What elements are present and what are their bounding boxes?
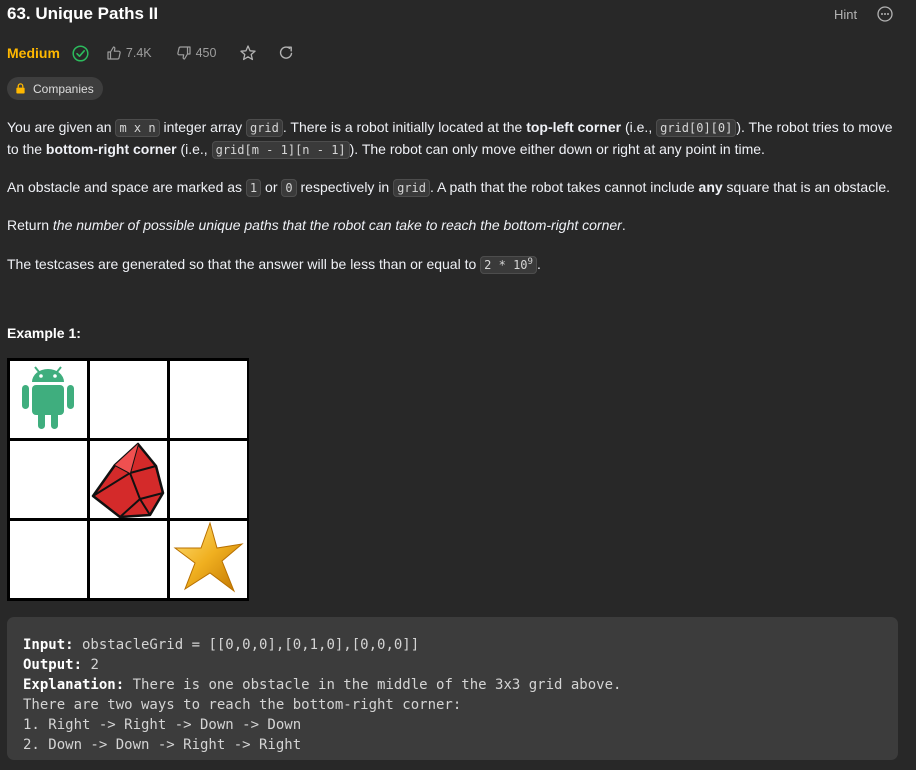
grid-cell (10, 441, 87, 518)
inline-code: 0 (281, 179, 297, 197)
companies-label: Companies (33, 81, 94, 96)
example-code-block: Input: obstacleGrid = [[0,0,0],[0,1,0],[… (7, 617, 898, 760)
grid-cell (170, 441, 247, 518)
more-options-icon[interactable] (877, 6, 893, 22)
lock-icon (16, 83, 25, 94)
solved-check-icon (72, 44, 89, 62)
explanation-label: Explanation: (23, 677, 125, 693)
dislike-count: 450 (195, 46, 217, 60)
explanation-line: There are two ways to reach the bottom-r… (23, 697, 462, 713)
grid-cell (10, 521, 87, 598)
explanation-value: There is one obstacle in the middle of t… (124, 677, 622, 693)
description-paragraph-3: Return the number of possible unique pat… (7, 217, 626, 233)
grid-cell (90, 521, 167, 598)
description-paragraph-4: The testcases are generated so that the … (7, 256, 541, 274)
like-count: 7.4K (125, 46, 152, 60)
description-paragraph-1: You are given an m x n integer array gri… (7, 119, 893, 159)
inline-code: grid (245, 119, 283, 137)
output-value: 2 (82, 657, 99, 673)
example-title: Example 1: (7, 325, 81, 341)
problem-title: 63. Unique Paths II (7, 4, 159, 23)
problem-description: You are given an m x n integer array gri… (7, 117, 902, 292)
description-paragraph-2: An obstacle and space are marked as 1 or… (7, 179, 890, 197)
inline-code: grid[m - 1][n - 1] (211, 141, 350, 159)
goal-star-icon (173, 521, 244, 593)
grid-cell (170, 361, 247, 438)
dislike-button[interactable]: 450 (176, 45, 217, 61)
companies-tag[interactable]: Companies (7, 77, 103, 100)
input-label: Input: (23, 637, 74, 653)
inline-code: grid (393, 179, 431, 197)
like-button[interactable]: 7.4K (106, 45, 152, 61)
output-label: Output: (23, 657, 83, 673)
favorite-star-icon[interactable] (239, 44, 257, 62)
explanation-line: 2. Down -> Down -> Right -> Right (23, 737, 302, 753)
difficulty-badge: Medium (7, 45, 60, 61)
explanation-line: 1. Right -> Right -> Down -> Down (23, 717, 302, 733)
input-value: obstacleGrid = [[0,0,0],[0,1,0],[0,0,0]] (73, 637, 420, 653)
thumbs-up-icon (107, 46, 121, 60)
inline-code: 2 * 109 (480, 256, 537, 274)
example-text: Input: obstacleGrid = [[0,0,0],[0,1,0],[… (23, 635, 621, 755)
hint-button[interactable]: Hint (834, 7, 857, 22)
inline-code: grid[0][0] (656, 119, 737, 137)
robot-icon (22, 366, 74, 429)
share-icon[interactable] (277, 44, 295, 62)
problem-meta-row: Medium 7.4K 450 (7, 43, 295, 63)
example-grid-image (7, 358, 249, 601)
grid-cell (90, 361, 167, 438)
thumbs-down-icon (176, 46, 191, 60)
obstacle-rock-icon (91, 442, 165, 518)
inline-code: m x n (115, 119, 160, 137)
inline-code: 1 (245, 179, 262, 197)
